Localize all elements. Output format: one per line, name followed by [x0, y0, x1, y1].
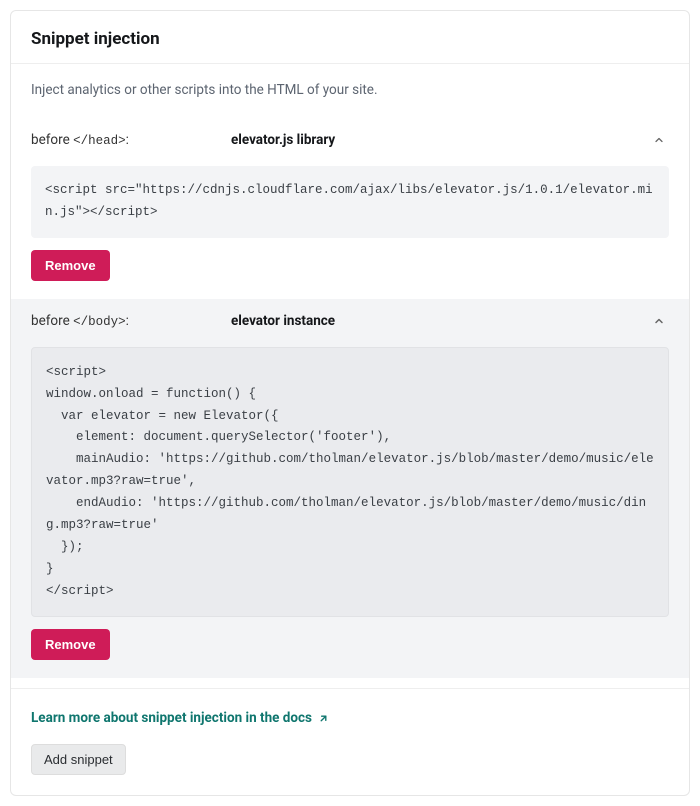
toggle-button[interactable]	[649, 130, 669, 150]
card-body: Inject analytics or other scripts into t…	[11, 64, 689, 688]
card-header: Snippet injection	[11, 11, 689, 64]
toggle-button[interactable]	[649, 311, 669, 331]
external-link-icon	[318, 713, 329, 724]
intro-text: Inject analytics or other scripts into t…	[31, 82, 669, 98]
snippet-header-row[interactable]: before </head>: elevator.js library	[31, 128, 669, 156]
snippet-injection-card: Snippet injection Inject analytics or ot…	[10, 10, 690, 796]
location-suffix: :	[126, 313, 129, 329]
remove-button[interactable]: Remove	[31, 250, 110, 281]
snippet-name: elevator.js library	[231, 132, 649, 148]
snippet-name: elevator instance	[231, 313, 649, 329]
card-footer: Learn more about snippet injection in th…	[11, 688, 689, 795]
remove-button[interactable]: Remove	[31, 629, 110, 660]
docs-link[interactable]: Learn more about snippet injection in th…	[31, 710, 329, 726]
chevron-up-icon	[653, 315, 665, 327]
snippet-block: before </head>: elevator.js library <scr…	[11, 118, 689, 299]
snippet-header-row[interactable]: before </body>: elevator instance	[31, 309, 669, 337]
snippet-block: before </body>: elevator instance <scrip…	[11, 299, 689, 679]
location-prefix: before	[31, 132, 73, 148]
location-tag: </body>	[73, 315, 126, 329]
snippet-location: before </body>:	[31, 313, 231, 329]
code-box[interactable]: <script> window.onload = function() { va…	[31, 347, 669, 618]
add-snippet-button[interactable]: Add snippet	[31, 744, 126, 775]
code-box[interactable]: <script src="https://cdnjs.cloudflare.co…	[31, 166, 669, 238]
docs-link-text: Learn more about snippet injection in th…	[31, 710, 312, 726]
card-title: Snippet injection	[31, 29, 669, 49]
chevron-up-icon	[653, 134, 665, 146]
location-suffix: :	[126, 132, 129, 148]
snippet-location: before </head>:	[31, 132, 231, 148]
location-tag: </head>	[73, 134, 126, 148]
location-prefix: before	[31, 313, 73, 329]
